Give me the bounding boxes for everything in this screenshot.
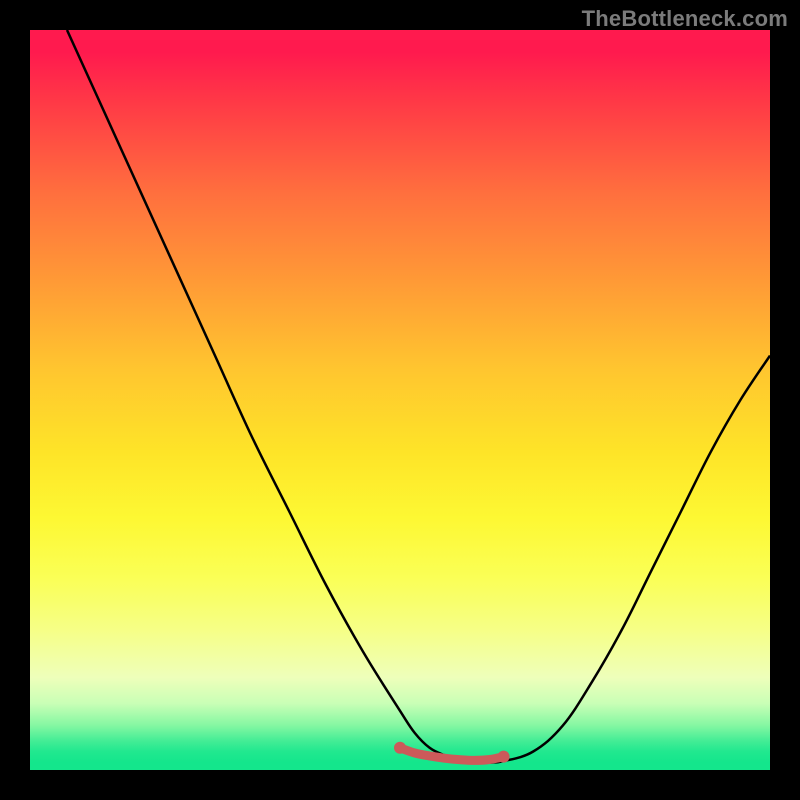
plot-area bbox=[30, 30, 770, 770]
flat-region-left-dot bbox=[394, 742, 406, 754]
flat-region-right-dot bbox=[498, 751, 510, 763]
chart-svg bbox=[30, 30, 770, 770]
flat-region-highlight bbox=[400, 748, 504, 761]
main-curve bbox=[67, 30, 770, 763]
watermark-text: TheBottleneck.com bbox=[582, 6, 788, 32]
